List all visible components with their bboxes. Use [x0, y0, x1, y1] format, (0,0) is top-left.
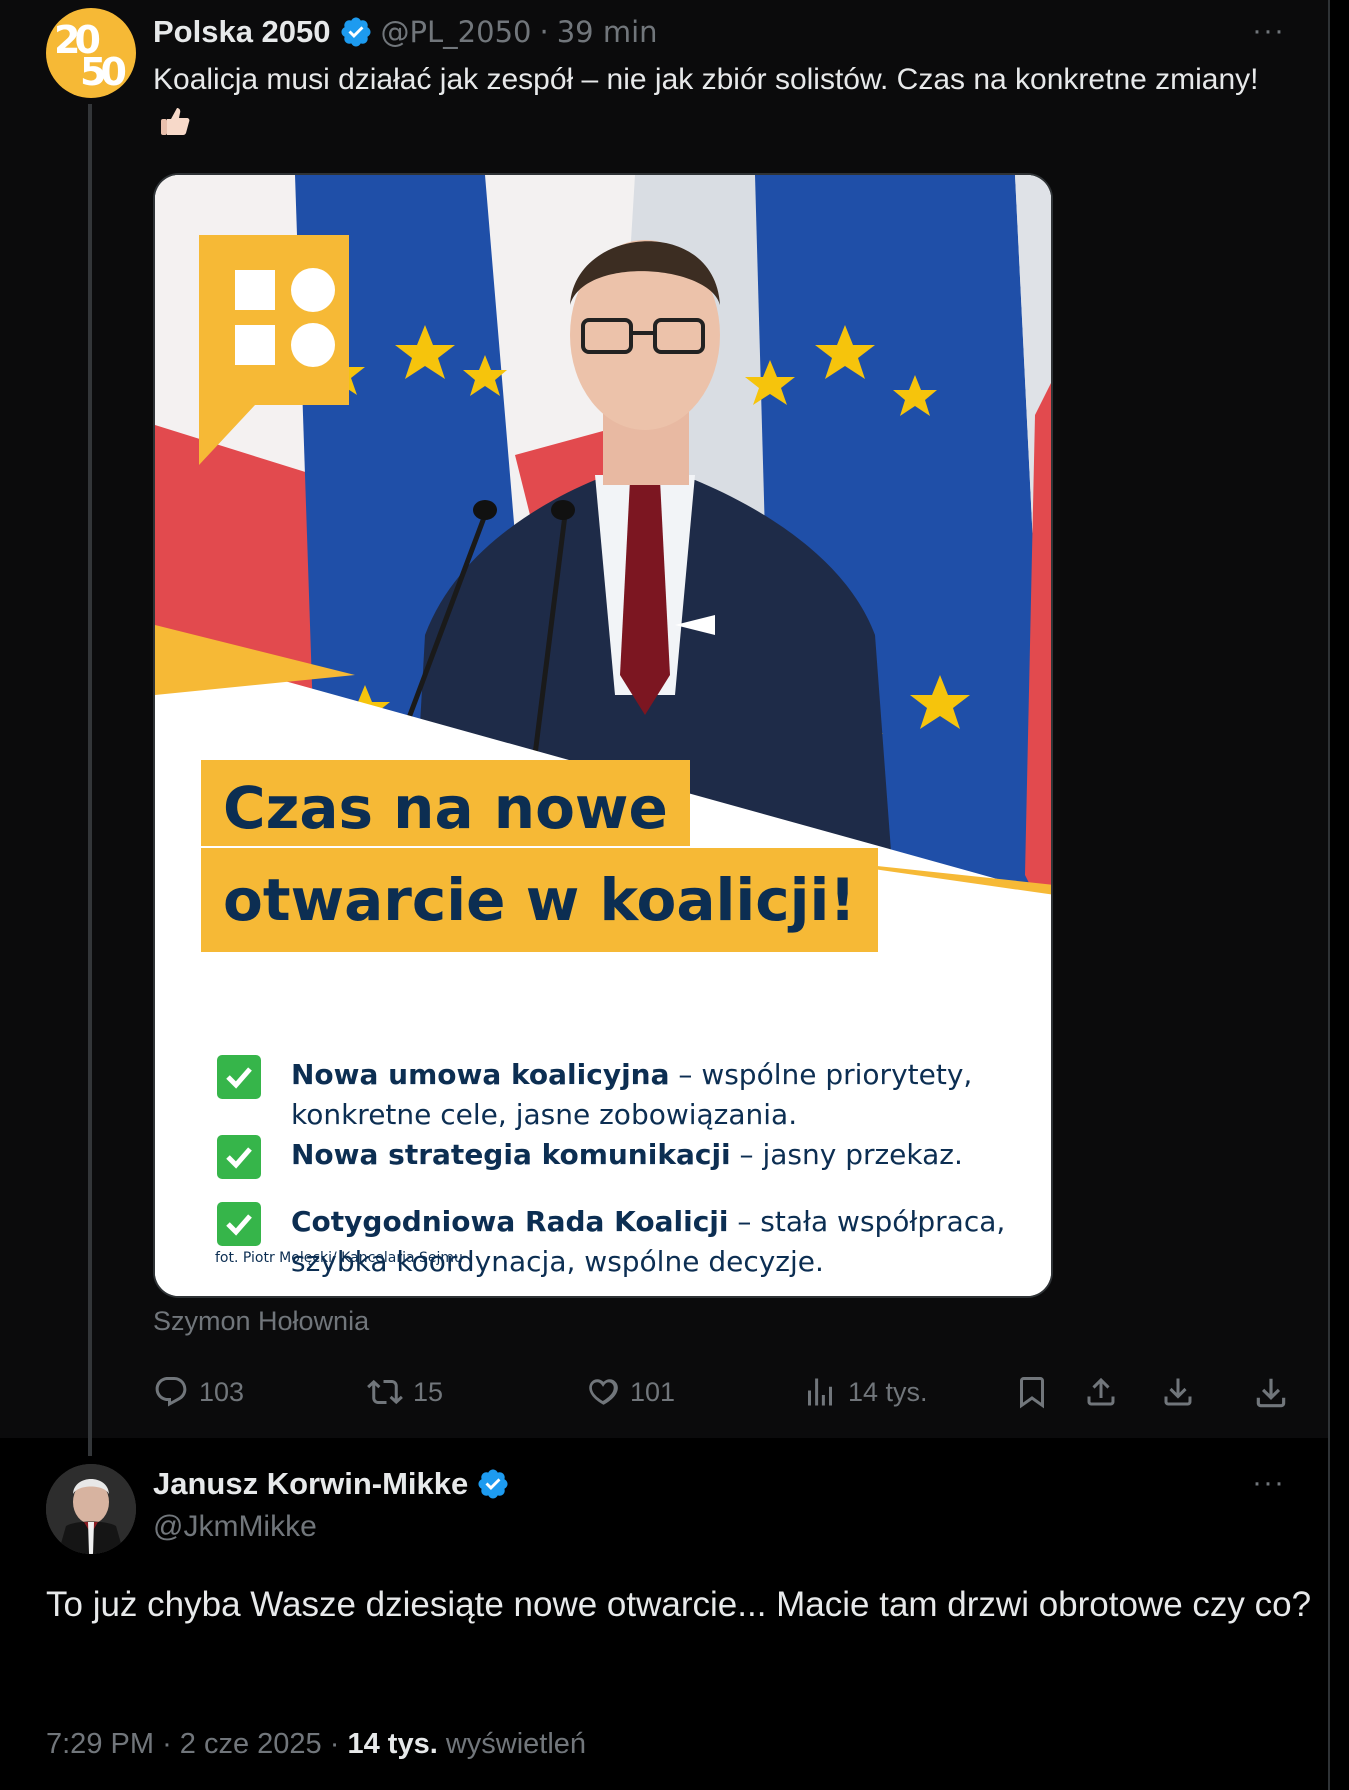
checkmark-icon — [217, 1202, 261, 1246]
post-time[interactable]: 39 min — [557, 15, 658, 49]
download-icon — [1164, 1378, 1192, 1406]
headline-line2: otwarcie w koalicji! — [223, 856, 856, 944]
meta-separator: · — [539, 15, 549, 49]
reply-views-label: wyświetleń — [445, 1728, 587, 1760]
checklist-item-title: Nowa umowa koalicyjna — [291, 1058, 670, 1091]
reply-icon — [155, 1377, 187, 1407]
avatar-digits-bottom: 50 — [80, 50, 127, 94]
post-text: Koalicja musi działać jak zespół – nie j… — [153, 58, 1293, 146]
meta-separator: · — [162, 1728, 172, 1760]
reply-author-avatar[interactable] — [46, 1464, 136, 1554]
heart-icon — [589, 1379, 618, 1405]
reply-date[interactable]: 2 cze 2025 — [180, 1728, 322, 1760]
reply-text: To już chyba Wasze dziesiąte nowe otwarc… — [46, 1585, 1312, 1624]
post-text-body: Koalicja musi działać jak zespół – nie j… — [153, 63, 1259, 96]
checklist-item-title: Nowa strategia komunikacji — [291, 1138, 731, 1171]
verified-badge-icon — [478, 1469, 508, 1499]
thread-connector-line — [88, 104, 92, 1456]
download-button[interactable] — [1252, 1374, 1290, 1412]
views-button[interactable]: 14 tys. — [802, 1374, 928, 1410]
headline-box-line1: Czas na nowe — [201, 760, 690, 846]
bookmark-icon — [1020, 1377, 1044, 1409]
thumbs-up-emoji-icon — [161, 108, 190, 135]
share-icon — [1087, 1377, 1115, 1406]
app-frame: 20 50 Polska 2050 @PL_2050 · 39 min ··· … — [0, 0, 1349, 1790]
media-caption: Szymon Hołownia — [153, 1306, 370, 1336]
reply-more-options-button[interactable]: ··· — [1252, 1466, 1285, 1500]
reply-author-handle[interactable]: @JkmMikke — [153, 1510, 317, 1544]
reply-count: 103 — [199, 1376, 245, 1407]
repost-icon — [367, 1379, 403, 1405]
checkmark-icon — [217, 1055, 261, 1099]
checklist-item-title: Cotygodniowa Rada Koalicji — [291, 1205, 729, 1238]
reply-time[interactable]: 7:29 PM — [46, 1728, 154, 1760]
meta-separator: · — [329, 1728, 340, 1760]
avatar-photo — [46, 1464, 136, 1554]
author-handle[interactable]: @PL_2050 — [381, 15, 532, 49]
photo-credit: fot. Piotr Molęcki/ Kancelaria Sejmu — [215, 1250, 463, 1266]
like-count: 101 — [630, 1376, 676, 1407]
checkmark-icon — [217, 1135, 261, 1179]
repost-count: 15 — [413, 1376, 444, 1407]
reply-button[interactable]: 103 — [153, 1374, 244, 1410]
post-media-card[interactable]: Czas na nowe otwarcie w koalicji! Nowa u… — [153, 173, 1053, 1298]
views-chart-icon — [808, 1378, 832, 1406]
reply-views-count: 14 tys. — [347, 1728, 438, 1760]
bookmark-button[interactable] — [1014, 1374, 1050, 1410]
author-name[interactable]: Polska 2050 — [153, 14, 331, 50]
author-avatar[interactable]: 20 50 — [46, 8, 136, 98]
checklist-item: Nowa umowa koalicyjna – wspólne prioryte… — [217, 1055, 1011, 1135]
checklist-item-desc: – jasny przekaz. — [730, 1138, 963, 1171]
verified-badge-icon — [341, 17, 371, 47]
reply-meta: 7:29 PM · 2 cze 2025 · 14 tys. wyświetle… — [46, 1728, 586, 1761]
like-button[interactable]: 101 — [584, 1374, 675, 1410]
download-tray-icon — [1256, 1378, 1286, 1408]
views-count: 14 tys. — [848, 1376, 928, 1407]
headline-line1: Czas na nowe — [223, 774, 668, 842]
share-button[interactable] — [1083, 1374, 1119, 1410]
reply-author-name[interactable]: Janusz Korwin-Mikke — [153, 1466, 468, 1502]
headline-box-line2: otwarcie w koalicji! — [201, 848, 878, 952]
post-header: Polska 2050 @PL_2050 · 39 min — [153, 12, 658, 52]
repost-button[interactable]: 15 — [367, 1374, 443, 1410]
post-action-bar: 103 15 101 14 tys. — [0, 1374, 1328, 1414]
reply-header: Janusz Korwin-Mikke — [153, 1466, 510, 1502]
download-media-button[interactable] — [1160, 1374, 1196, 1410]
column-border — [1328, 0, 1330, 1790]
more-options-button[interactable]: ··· — [1252, 14, 1285, 48]
checklist-item: Nowa strategia komunikacji – jasny przek… — [217, 1135, 1011, 1179]
checklist-item: Cotygodniowa Rada Koalicji – stała współ… — [217, 1202, 1011, 1282]
